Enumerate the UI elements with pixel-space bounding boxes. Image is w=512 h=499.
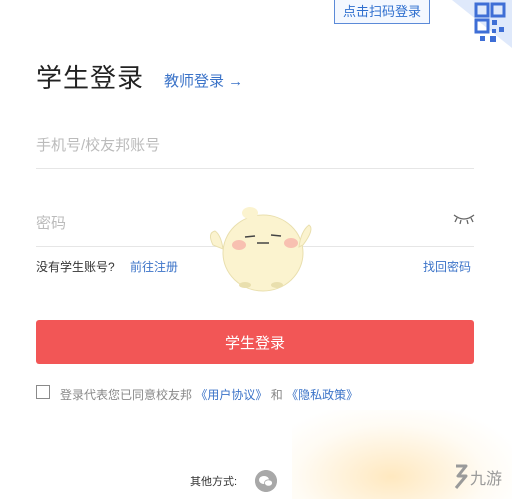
page-title: 学生登录 [36,63,145,93]
watermark-logo: 九游 [454,464,502,489]
qr-login-tip[interactable]: 点击扫码登录 [334,0,431,24]
agreement-prefix: 登录代表您已同意校友邦 [60,388,193,402]
wechat-icon[interactable] [255,470,277,492]
register-link[interactable]: 前往注册 [130,258,178,275]
agreement-text: 登录代表您已同意校友邦 《用户协议》 和 《隐私政策》 [60,386,358,403]
other-methods-label: 其他方式: [190,476,238,488]
no-account-text: 没有学生账号? [36,260,115,274]
agreement-checkbox[interactable] [36,385,50,399]
phone-field-wrapper [36,130,474,169]
student-login-button[interactable]: 学生登录 [36,320,474,364]
eye-closed-icon[interactable] [452,210,476,226]
qr-code-icon[interactable] [452,0,512,48]
user-agreement-link[interactable]: 《用户协议》 [195,388,267,402]
mascot-image [209,207,312,292]
teacher-login-link[interactable]: 教师登录 → [164,70,243,91]
phone-input[interactable] [36,130,474,160]
forgot-password-link[interactable]: 找回密码 [423,258,471,275]
watermark-text: 九游 [470,469,502,488]
agreement-and: 和 [270,388,283,402]
privacy-policy-link[interactable]: 《隐私政策》 [286,388,358,402]
